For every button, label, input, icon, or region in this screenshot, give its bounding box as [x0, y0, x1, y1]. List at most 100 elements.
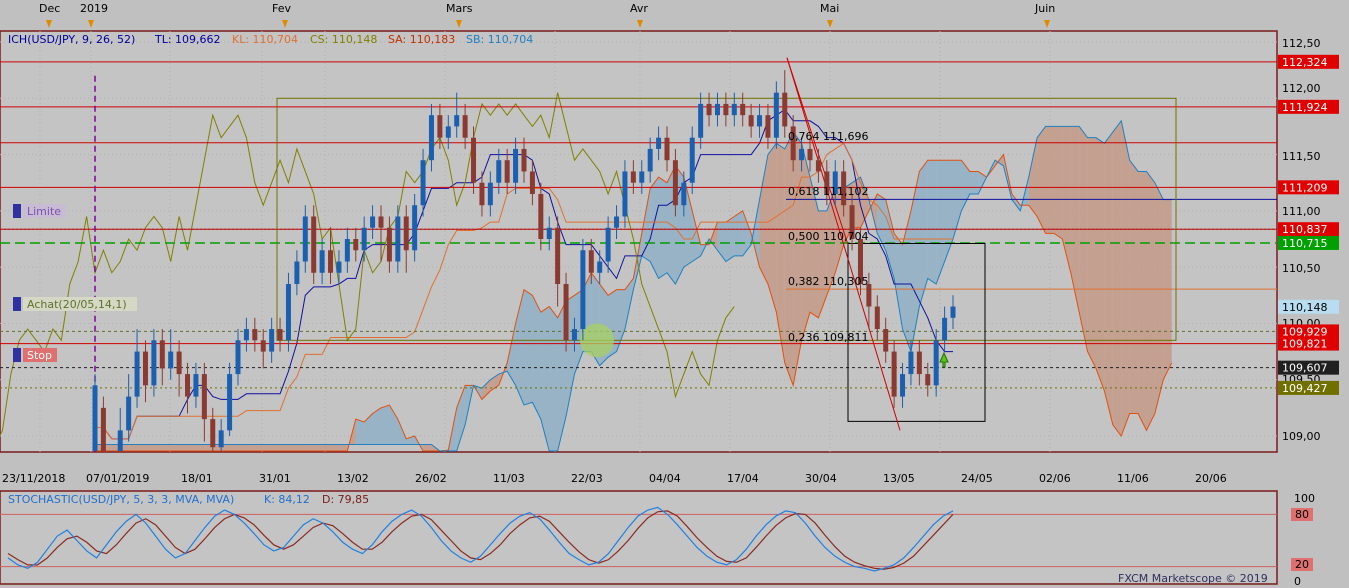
cloud-segment: [423, 444, 432, 451]
month-label: 2019: [80, 2, 108, 15]
cs-value: CS: 110,148: [310, 33, 377, 46]
cloud-segment: [296, 444, 306, 451]
candle-down: [588, 250, 594, 273]
date-tick: 23/11/2018: [2, 472, 65, 485]
buy-handle-icon[interactable]: [13, 297, 21, 311]
candle-up: [285, 284, 291, 341]
price-tick: 109,00: [1282, 430, 1321, 443]
candle-down: [883, 329, 889, 352]
cloud-segment: [271, 444, 281, 451]
candle-up: [336, 261, 342, 273]
stop-label: Stop: [27, 349, 52, 362]
month-label: Fev: [272, 2, 291, 15]
date-tick: 11/03: [493, 472, 525, 485]
price-tag-label: 110,715: [1282, 237, 1328, 250]
price-chart[interactable]: Dec 2019 Fev Mars Avr Mai Juin ICH(USD/J…: [0, 0, 1349, 588]
price-tag-label: 109,821: [1282, 338, 1328, 351]
candle-down: [471, 137, 477, 183]
candle-down: [529, 171, 535, 194]
candle-up: [689, 137, 695, 183]
candle-down: [521, 148, 527, 172]
price-tick: 111,50: [1282, 150, 1321, 163]
candle-down: [142, 351, 148, 386]
cloud-segment: [372, 407, 381, 445]
candle-down: [723, 103, 729, 116]
candle-down: [403, 216, 409, 251]
limit-label: Limite: [27, 205, 61, 218]
candle-down: [260, 340, 266, 352]
candle-up: [714, 103, 720, 116]
candle-down: [353, 239, 359, 251]
stoch-title: STOCHASTIC(USD/JPY, 5, 3, 3, MVA, MVA): [8, 493, 234, 506]
cloud-segment: [549, 306, 558, 451]
candle-down: [630, 171, 636, 183]
candle-up: [681, 182, 687, 206]
month-label: Avr: [630, 2, 648, 15]
price-tick: 112,50: [1282, 37, 1321, 50]
cloud-segment: [1053, 126, 1063, 239]
order-buy[interactable]: Achat(20/05,14,1): [13, 297, 137, 311]
candle-up: [639, 171, 645, 183]
fib-label: 0,764 111,696: [788, 130, 868, 143]
order-stop[interactable]: Stop: [13, 348, 57, 362]
date-tick: 26/02: [415, 472, 447, 485]
candle-down: [311, 216, 317, 273]
candle-up: [933, 340, 939, 386]
date-tick: 24/05: [961, 472, 993, 485]
candle-down: [328, 250, 334, 273]
date-tick: 13/05: [883, 472, 915, 485]
candle-up: [942, 317, 948, 341]
tl-value: TL: 109,662: [154, 33, 221, 46]
fib-label: 0,236 109,811: [788, 331, 868, 344]
date-tick: 13/02: [337, 472, 369, 485]
price-tag-label: 109,607: [1282, 362, 1328, 375]
candle-down: [479, 182, 485, 206]
cloud-segment: [338, 444, 348, 451]
candle-down: [807, 148, 813, 161]
cloud-segment: [532, 295, 541, 420]
price-tag-label: 112,324: [1282, 56, 1328, 69]
candle-down: [916, 351, 922, 375]
candle-down: [538, 193, 544, 239]
stop-handle-icon[interactable]: [13, 348, 21, 362]
date-tick: 18/01: [181, 472, 213, 485]
credit-text: FXCM Marketscope © 2019: [1118, 572, 1268, 585]
candle-down: [378, 216, 384, 228]
stoch-axis-label: 100: [1294, 492, 1315, 505]
candle-up: [302, 216, 308, 262]
candle-up: [799, 148, 805, 161]
price-tag-label: 109,929: [1282, 325, 1328, 338]
candle-up: [445, 126, 451, 138]
cloud-segment: [263, 444, 272, 451]
candle-down: [159, 340, 165, 369]
cloud-segment: [128, 444, 138, 451]
candle-down: [201, 374, 207, 420]
candle-down: [782, 92, 788, 127]
candle-up: [227, 374, 233, 431]
candle-up: [117, 430, 123, 451]
cloud-segment: [1129, 160, 1139, 414]
candle-up: [580, 250, 586, 330]
month-label: Mai: [820, 2, 839, 15]
candle-up: [134, 351, 140, 397]
date-tick: 20/06: [1195, 472, 1227, 485]
candle-up: [420, 160, 426, 206]
candle-down: [100, 407, 106, 451]
candle-up: [597, 261, 603, 273]
candle-down: [748, 115, 754, 127]
cloud-segment: [1163, 199, 1172, 380]
candle-up: [656, 137, 662, 149]
candle-up: [513, 148, 519, 183]
limit-handle-icon[interactable]: [13, 204, 21, 218]
date-tick: 22/03: [571, 472, 603, 485]
cloud-segment: [238, 444, 247, 451]
order-limit[interactable]: Limite: [13, 204, 66, 218]
chart-window: Dec 2019 Fev Mars Avr Mai Juin ICH(USD/J…: [0, 0, 1349, 588]
month-label: Mars: [446, 2, 473, 15]
price-tag-label: 110,148: [1282, 301, 1328, 314]
candle-up: [126, 396, 132, 431]
candle-down: [765, 115, 771, 138]
cloud-segment: [1121, 120, 1130, 437]
cloud-segment: [305, 444, 314, 451]
cloud-segment: [1154, 182, 1164, 414]
